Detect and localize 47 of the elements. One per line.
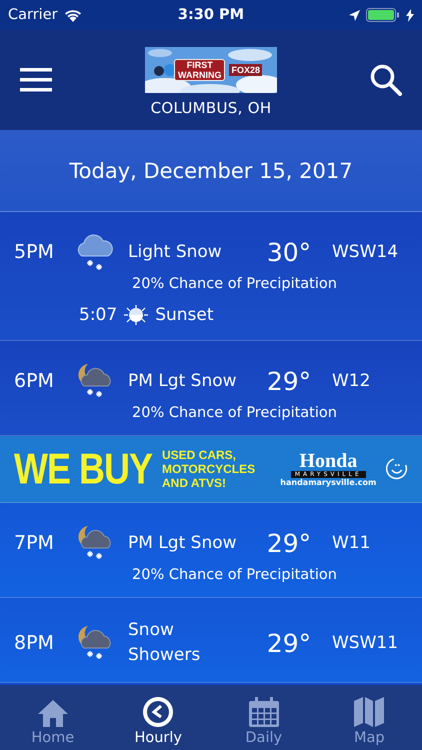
channel-badge: FOX28	[229, 64, 262, 76]
tab[interactable]: Daily	[224, 685, 304, 750]
tab[interactable]: Hourly	[118, 685, 198, 750]
sunset-icon	[123, 304, 150, 326]
carrier-label: Carrier	[8, 7, 58, 23]
ad-url: handamarysville.com	[280, 478, 376, 487]
wind-label: WSW14	[332, 242, 400, 262]
precipitation-label: 20% Chance of Precipitation	[131, 405, 338, 421]
temperature-label: 29°	[266, 528, 312, 558]
condition-label: PM Lgt Snow	[128, 370, 238, 392]
condition-label: PM Lgt Snow	[128, 532, 238, 554]
first-warning-badge: FIRST WARNING	[174, 59, 226, 81]
map-icon	[353, 696, 386, 728]
search-button[interactable]	[370, 64, 402, 96]
tab[interactable]: Map	[329, 685, 410, 750]
hour-label: 8PM	[13, 632, 55, 654]
hour-label: 5PM	[13, 241, 55, 263]
location-arrow-icon	[349, 10, 360, 20]
date-heading: Today, December 15, 2017	[0, 130, 422, 212]
wind-label: WSW11	[332, 633, 400, 653]
ad-headline: WE BUY	[14, 444, 152, 494]
condition-label: Snow Showers	[128, 619, 202, 667]
tab[interactable]: Home	[12, 685, 93, 750]
precipitation-label: 20% Chance of Precipitation	[131, 276, 338, 292]
wifi-icon	[64, 8, 82, 22]
smile-icon	[386, 457, 408, 481]
battery-icon	[366, 8, 400, 22]
hour-label: 7PM	[13, 532, 55, 554]
clock-icon	[142, 696, 174, 728]
charging-bolt-icon	[406, 8, 414, 22]
temperature-label: 29°	[266, 366, 312, 396]
event-label: Sunset	[155, 305, 214, 325]
temperature-label: 30°	[266, 238, 312, 266]
calendar-icon	[248, 696, 280, 728]
brand-name: Honda	[299, 451, 358, 471]
wind-label: W12	[332, 371, 372, 391]
wind-label: W11	[332, 533, 372, 553]
precipitation-label: 20% Chance of Precipitation	[131, 567, 338, 583]
menu-button[interactable]	[20, 68, 52, 92]
location-label: COLUMBUS, OH	[150, 99, 272, 117]
event-time: 5:07	[79, 305, 118, 325]
condition-label: Light Snow	[128, 240, 223, 264]
temperature-label: 29°	[266, 628, 312, 658]
clock-time: 3:30 PM	[178, 7, 244, 23]
hour-label: 6PM	[13, 370, 55, 392]
house-icon	[36, 698, 69, 728]
ad-text: USED CARS, MOTORCYCLES AND ATVS!	[162, 448, 256, 490]
